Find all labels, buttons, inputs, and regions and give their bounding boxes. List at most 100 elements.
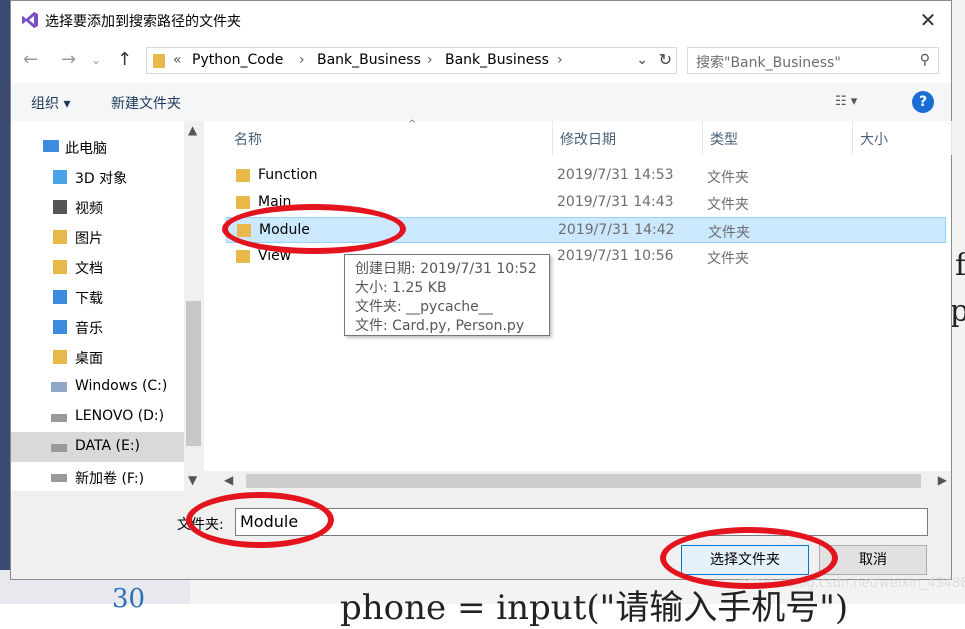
file-name: Function xyxy=(258,167,318,183)
chevron-right-icon[interactable]: › xyxy=(557,52,563,68)
scroll-up-icon[interactable]: ▲ xyxy=(188,123,197,137)
breadcrumb-bank-business-current[interactable]: Bank_Business xyxy=(445,52,549,68)
new-folder-button[interactable]: 新建文件夹 xyxy=(111,93,181,113)
search-box[interactable]: 搜索"Bank_Business" ⚲ xyxy=(687,47,939,74)
folder-name-input[interactable]: Module xyxy=(235,508,928,536)
sort-ascending-icon: ^ xyxy=(408,119,417,130)
sidebar-item-label: Windows (C:) xyxy=(75,378,168,394)
computer-icon xyxy=(43,140,59,152)
tooltip-size: 大小: 1.25 KB xyxy=(355,280,447,296)
search-icon[interactable]: ⚲ xyxy=(920,52,930,68)
horizontal-scrollbar[interactable]: ◀ ▶ xyxy=(204,471,951,491)
sidebar-item-label: 文档 xyxy=(75,261,103,277)
sidebar-item-label: LENOVO (D:) xyxy=(75,408,165,424)
sidebar-item-desktop[interactable]: 桌面 xyxy=(11,342,184,372)
sidebar-item-windows-c[interactable]: Windows (C:) xyxy=(11,372,184,402)
sidebar-item-label: 此电脑 xyxy=(65,141,107,157)
sidebar-item-videos[interactable]: 视频 xyxy=(11,192,184,222)
help-icon[interactable]: ? xyxy=(912,91,934,113)
sidebar-item-label: 桌面 xyxy=(75,351,103,367)
scroll-down-icon[interactable]: ▼ xyxy=(188,473,197,487)
recent-dropdown-icon[interactable]: ⌄ xyxy=(91,53,101,67)
overflow-chevron[interactable]: « xyxy=(173,52,182,68)
sidebar-item-label: 下载 xyxy=(75,291,103,307)
sidebar-item-label: 新加卷 (F:) xyxy=(75,471,145,487)
folder-picker-dialog: 选择要添加到搜索路径的文件夹 ✕ ← → ⌄ ↑ « Python_Code ›… xyxy=(10,0,952,580)
sidebar-item-data-e[interactable]: DATA (E:) xyxy=(11,432,184,462)
desktop-icon xyxy=(53,350,67,364)
refresh-icon[interactable]: ↻ xyxy=(659,50,672,69)
file-date: 2019/7/31 14:43 xyxy=(557,194,674,210)
downloads-icon xyxy=(53,290,67,304)
file-type: 文件夹 xyxy=(707,251,749,267)
scrollbar-thumb[interactable] xyxy=(246,474,921,488)
sidebar-item-label: 图片 xyxy=(75,231,103,247)
column-header-label: 类型 xyxy=(710,132,738,148)
folder-icon xyxy=(236,196,250,209)
window-title: 选择要添加到搜索路径的文件夹 xyxy=(45,14,241,30)
code-fragment: f xyxy=(955,248,965,283)
annotation-circle-select-button xyxy=(660,527,838,589)
file-type: 文件夹 xyxy=(707,170,749,186)
sidebar-item-music[interactable]: 音乐 xyxy=(11,312,184,342)
organize-menu[interactable]: 组织 ▾ xyxy=(31,93,70,113)
sidebar-item-downloads[interactable]: 下载 xyxy=(11,282,184,312)
sidebar-item-lenovo-d[interactable]: LENOVO (D:) xyxy=(11,402,184,432)
drive-icon xyxy=(51,444,67,452)
search-placeholder: 搜索"Bank_Business" xyxy=(696,55,841,71)
column-header-date[interactable]: 修改日期 xyxy=(552,121,703,155)
navigation-bar: ← → ⌄ ↑ « Python_Code › Bank_Business › … xyxy=(11,39,951,83)
folder-icon xyxy=(153,54,165,68)
folder-icon xyxy=(236,169,250,182)
title-bar: 选择要添加到搜索路径的文件夹 ✕ xyxy=(11,1,951,39)
file-type: 文件夹 xyxy=(707,197,749,213)
close-icon[interactable]: ✕ xyxy=(905,1,951,39)
column-header-label: 修改日期 xyxy=(560,132,616,148)
tooltip-files: 文件: Card.py, Person.py xyxy=(355,318,525,334)
scrollbar-thumb[interactable] xyxy=(186,301,201,446)
sidebar-item-3d-objects[interactable]: 3D 对象 xyxy=(11,162,184,192)
breadcrumb-bank-business[interactable]: Bank_Business xyxy=(317,52,421,68)
forward-arrow-icon[interactable]: → xyxy=(61,49,76,70)
chevron-down-icon[interactable]: ⌄ xyxy=(636,52,648,68)
navigation-scrollbar[interactable]: ▲ ▼ xyxy=(184,121,203,491)
scroll-left-icon[interactable]: ◀ xyxy=(224,473,233,487)
sidebar-item-this-pc[interactable]: 此电脑 xyxy=(11,132,184,162)
file-date: 2019/7/31 10:56 xyxy=(557,248,674,264)
sidebar-item-label: 视频 xyxy=(75,201,103,217)
editor-left-strip xyxy=(0,0,10,604)
sidebar-item-pictures[interactable]: 图片 xyxy=(11,222,184,252)
chevron-right-icon[interactable]: › xyxy=(427,52,433,68)
column-header-label: 大小 xyxy=(860,132,888,148)
folder-icon xyxy=(236,250,250,263)
file-date: 2019/7/31 14:53 xyxy=(557,167,674,183)
sidebar-item-documents[interactable]: 文档 xyxy=(11,252,184,282)
command-toolbar: 组织 ▾ 新建文件夹 ☷ ▾ ? xyxy=(11,83,951,122)
address-bar[interactable]: « Python_Code › Bank_Business › Bank_Bus… xyxy=(146,47,677,74)
scroll-right-icon[interactable]: ▶ xyxy=(938,473,947,487)
visual-studio-icon xyxy=(22,12,38,28)
sidebar-item-label: DATA (E:) xyxy=(75,438,141,454)
sidebar-item-new-volume-f[interactable]: 新加卷 (F:) xyxy=(11,462,184,492)
column-header-size[interactable]: 大小 xyxy=(852,121,952,155)
drive-icon xyxy=(51,474,67,482)
list-item[interactable]: Function 2019/7/31 14:53 文件夹 xyxy=(226,163,946,189)
chevron-right-icon[interactable]: › xyxy=(299,52,305,68)
up-arrow-icon[interactable]: ↑ xyxy=(117,49,132,70)
view-options-icon[interactable]: ☷ ▾ xyxy=(835,94,857,109)
documents-icon xyxy=(53,260,67,274)
annotation-circle-module-row xyxy=(222,204,406,254)
column-header-type[interactable]: 类型 xyxy=(702,121,853,155)
video-icon xyxy=(53,200,67,214)
breadcrumb-python-code[interactable]: Python_Code xyxy=(192,52,283,68)
windows-drive-icon xyxy=(51,382,67,392)
navigation-pane: 此电脑 3D 对象 视频 图片 文档 下载 音乐 桌面 Windows (C:)… xyxy=(11,121,203,491)
tooltip-created: 创建日期: 2019/7/31 10:52 xyxy=(355,261,537,277)
code-fragment: pa xyxy=(950,294,965,329)
sidebar-item-label: 音乐 xyxy=(75,321,103,337)
column-header-name[interactable]: 名称 ^ xyxy=(226,119,553,155)
file-type: 文件夹 xyxy=(708,225,750,241)
back-arrow-icon[interactable]: ← xyxy=(23,49,38,70)
drive-icon xyxy=(51,414,67,422)
folder-tooltip: 创建日期: 2019/7/31 10:52 大小: 1.25 KB 文件夹: _… xyxy=(344,254,550,336)
